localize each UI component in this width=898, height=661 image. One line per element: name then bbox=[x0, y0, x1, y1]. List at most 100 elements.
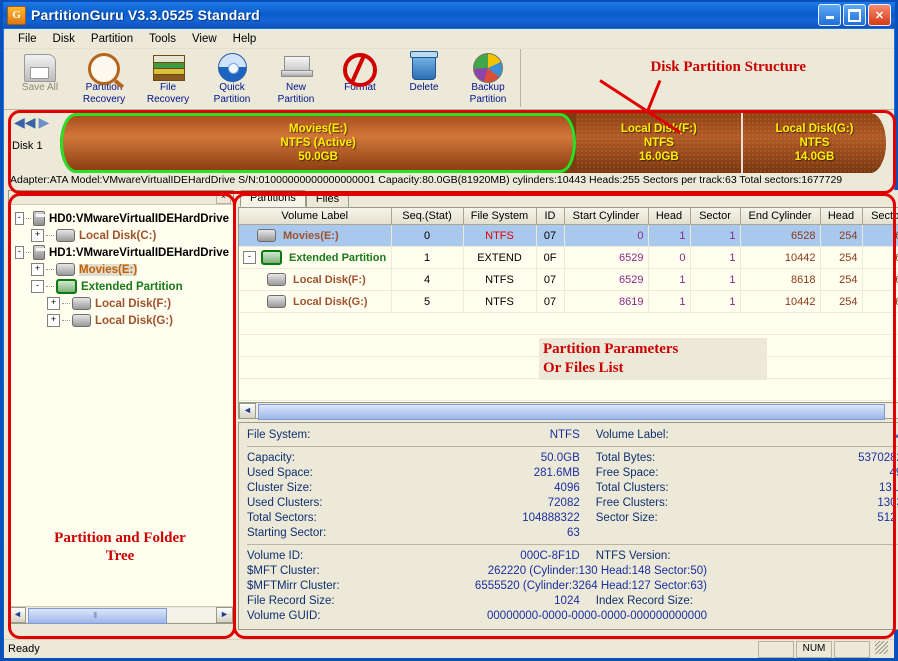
tree-item-hd1[interactable]: - HD1:VMwareVirtualIDEHardDrive bbox=[15, 244, 229, 261]
cell-volume-label: Local Disk(G:) bbox=[239, 291, 391, 313]
toolbar-file-recovery-button[interactable]: File Recovery bbox=[136, 49, 200, 108]
toolbar-label: New bbox=[286, 83, 306, 94]
tree-toggle-icon[interactable]: + bbox=[47, 297, 60, 310]
toolbar-delete-button[interactable]: Delete bbox=[392, 49, 456, 108]
cell-fs: NTFS bbox=[463, 225, 536, 247]
resize-grip-icon[interactable] bbox=[875, 641, 888, 654]
annotation-disk-structure: Disk Partition Structure bbox=[650, 59, 806, 76]
detail-cell: Used Clusters: 72082 bbox=[247, 496, 596, 511]
minimize-button[interactable] bbox=[818, 4, 841, 26]
detail-value: 1024 bbox=[379, 594, 596, 609]
disk-partition-local-g[interactable]: Local Disk(G:) NTFS 14.0GB bbox=[743, 113, 885, 173]
menu-partition[interactable]: Partition bbox=[83, 31, 141, 47]
row-toggle-icon[interactable]: - bbox=[243, 251, 256, 264]
disk-partition-local-f[interactable]: Local Disk(F:) NTFS 16.0GB bbox=[576, 113, 741, 173]
detail-row: Capacity: 50.0GB Total Bytes: 5370282086… bbox=[247, 451, 898, 466]
detail-row: File Record Size: 1024 Index Record Size… bbox=[247, 594, 898, 609]
col-seq-stat[interactable]: Seq.(Stat) bbox=[391, 208, 463, 225]
col-id[interactable]: ID bbox=[536, 208, 564, 225]
disk-partition-movies-e[interactable]: Movies(E:) NTFS (Active) 50.0GB bbox=[60, 113, 576, 173]
cell-fs: NTFS bbox=[463, 269, 536, 291]
cell-sector-end: 63 bbox=[862, 225, 898, 247]
tree-item-movies-e[interactable]: + Movies(E:) bbox=[15, 261, 229, 278]
detail-key: Index Record Size: bbox=[596, 594, 728, 609]
table-row[interactable]: Local Disk(F:) 4 NTFS 07 6529 1 1 8618 2… bbox=[239, 269, 898, 291]
cell-head-end: 254 bbox=[820, 291, 862, 313]
cell-head-end: 254 bbox=[820, 225, 862, 247]
tree-horizontal-scrollbar[interactable]: ◄ ⦀ ► bbox=[9, 606, 233, 623]
tree-toggle-icon[interactable]: - bbox=[31, 280, 44, 293]
toolbar-new-partition-button[interactable]: New Partition bbox=[264, 49, 328, 108]
table-row[interactable]: Local Disk(G:) 5 NTFS 07 8619 1 1 10442 … bbox=[239, 291, 898, 313]
disc-icon bbox=[215, 52, 249, 82]
tree-toggle-icon[interactable]: - bbox=[15, 246, 24, 259]
toolbar-quick-partition-button[interactable]: Quick Partition bbox=[200, 49, 264, 108]
col-head-end[interactable]: Head bbox=[820, 208, 862, 225]
close-button[interactable]: ✕ bbox=[868, 4, 891, 26]
detail-value: 00000000-0000-0000-0000-000000000000 bbox=[379, 609, 723, 624]
table-row bbox=[239, 379, 898, 401]
detail-cell: Used Space: 281.6MB bbox=[247, 466, 596, 481]
table-row[interactable]: - Extended Partition 1 EXTEND 0F 6529 0 … bbox=[239, 247, 898, 269]
menu-view[interactable]: View bbox=[184, 31, 225, 47]
col-start-cylinder[interactable]: Start Cylinder bbox=[564, 208, 648, 225]
col-head-start[interactable]: Head bbox=[648, 208, 690, 225]
tab-partitions[interactable]: Partitions bbox=[240, 190, 306, 207]
scroll-track[interactable] bbox=[256, 404, 898, 418]
scroll-left-button[interactable]: ◄ bbox=[9, 607, 26, 623]
toolbar-backup-partition-button[interactable]: Backup Partition bbox=[456, 49, 520, 108]
col-file-system[interactable]: File System bbox=[463, 208, 536, 225]
menu-help[interactable]: Help bbox=[225, 31, 265, 47]
toolbar-partition-recovery-button[interactable]: Partition Recovery bbox=[72, 49, 136, 108]
tree-toggle-icon[interactable]: + bbox=[31, 263, 44, 276]
status-bar: Ready NUM bbox=[4, 639, 894, 658]
magnifier-icon bbox=[87, 52, 121, 82]
detail-cell: Volume Label: Movies bbox=[596, 428, 898, 443]
tree-item-hd0[interactable]: - HD0:VMwareVirtualIDEHardDrive bbox=[15, 210, 229, 227]
toolbar-label2: Recovery bbox=[147, 95, 189, 106]
toolbar-format-button[interactable]: Format bbox=[328, 49, 392, 108]
tree-item-local-c[interactable]: + Local Disk(C:) bbox=[15, 227, 229, 244]
scroll-right-button[interactable]: ► bbox=[216, 607, 233, 623]
menu-tools[interactable]: Tools bbox=[141, 31, 184, 47]
tree-toggle-icon[interactable]: + bbox=[31, 229, 44, 242]
col-sector-start[interactable]: Sector bbox=[690, 208, 740, 225]
detail-row: Volume ID: 000C-8F1D NTFS Version: 3.1 bbox=[247, 549, 898, 564]
scroll-thumb[interactable]: ⦀ bbox=[28, 608, 167, 624]
scroll-track[interactable]: ⦀ bbox=[26, 608, 216, 622]
detail-key: Sector Size: bbox=[596, 511, 728, 526]
scroll-thumb[interactable] bbox=[258, 404, 885, 420]
maximize-button[interactable] bbox=[843, 4, 866, 26]
tree-connector bbox=[26, 218, 31, 220]
minimize-icon bbox=[826, 16, 834, 19]
toolbar-save-all-button[interactable]: Save All bbox=[8, 49, 72, 108]
partition-grid[interactable]: Volume Label Seq.(Stat) File System ID S… bbox=[238, 207, 898, 403]
table-row[interactable]: Movies(E:) 0 NTFS 07 0 1 1 6528 254 63 bbox=[239, 225, 898, 247]
grid-horizontal-scrollbar[interactable]: ◄ ► bbox=[238, 403, 898, 419]
tree-collapse-icon[interactable]: × bbox=[216, 191, 231, 204]
tree-item-local-g[interactable]: + Local Disk(G:) bbox=[15, 312, 229, 329]
menu-file[interactable]: File bbox=[10, 31, 45, 47]
tab-files[interactable]: Files bbox=[306, 191, 349, 207]
cell-id: 07 bbox=[536, 225, 564, 247]
tree-toggle-icon[interactable]: - bbox=[15, 212, 24, 225]
detail-key: Total Clusters: bbox=[596, 481, 728, 496]
menu-disk[interactable]: Disk bbox=[45, 31, 83, 47]
col-end-cylinder[interactable]: End Cylinder bbox=[740, 208, 820, 225]
prev-disk-arrow-icon[interactable]: ◀◀ bbox=[14, 116, 36, 128]
status-pane-3 bbox=[834, 641, 870, 658]
scroll-left-button[interactable]: ◄ bbox=[239, 403, 256, 419]
detail-key: File System: bbox=[247, 428, 379, 443]
tree-item-local-f[interactable]: + Local Disk(F:) bbox=[15, 295, 229, 312]
tree-item-extended-partition[interactable]: - Extended Partition bbox=[15, 278, 229, 295]
next-disk-arrow-icon[interactable]: ▶ bbox=[39, 116, 50, 128]
cell-head-end: 254 bbox=[820, 247, 862, 269]
tree-toggle-icon[interactable]: + bbox=[47, 314, 60, 327]
tree-item-label: Local Disk(G:) bbox=[95, 315, 173, 327]
cell-seq: 0 bbox=[391, 225, 463, 247]
toolbar-label: Save All bbox=[22, 83, 58, 94]
detail-value: 6555520 (Cylinder:3264 Head:127 Sector:6… bbox=[379, 579, 723, 594]
col-sector-end[interactable]: Sector bbox=[862, 208, 898, 225]
detail-key: Free Space: bbox=[596, 466, 728, 481]
col-volume-label[interactable]: Volume Label bbox=[239, 208, 391, 225]
